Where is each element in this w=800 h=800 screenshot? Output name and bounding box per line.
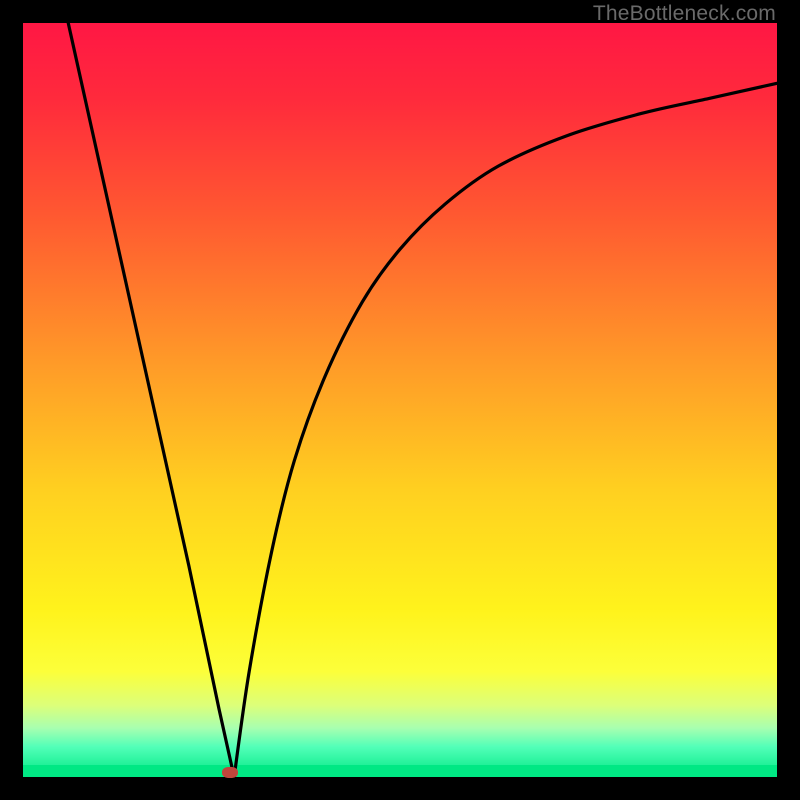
plot-area (23, 23, 777, 777)
bottleneck-curve (23, 23, 777, 777)
chart-frame: TheBottleneck.com (0, 0, 800, 800)
watermark-label: TheBottleneck.com (593, 2, 776, 26)
